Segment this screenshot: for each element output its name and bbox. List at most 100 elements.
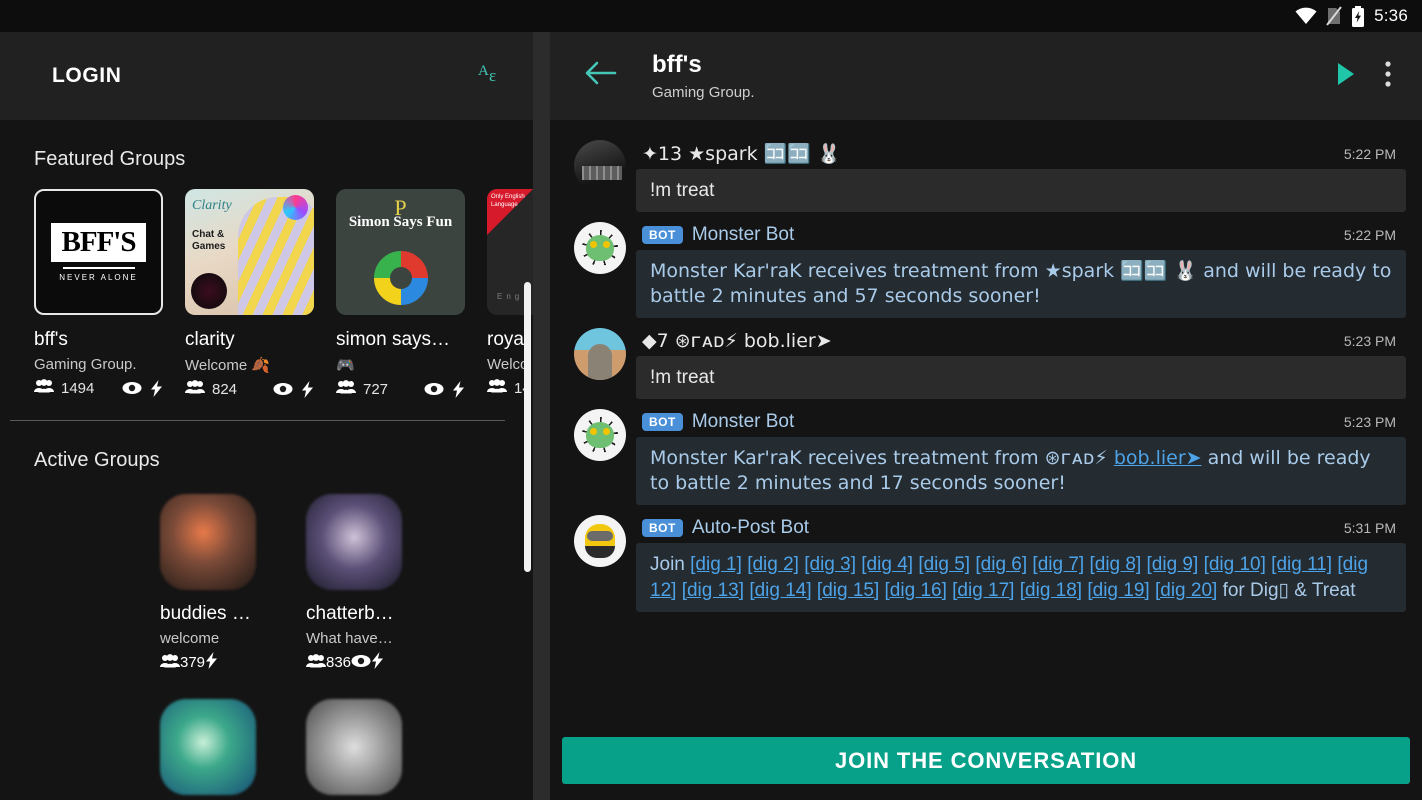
- auto-post-bot-avatar[interactable]: [574, 515, 626, 568]
- left-panel-scrollbar[interactable]: [524, 282, 531, 572]
- members-icon: [336, 380, 356, 398]
- message-author: ✦13 ★spark 🈁🈁 🐰: [642, 143, 841, 165]
- group-thumbnail: [160, 699, 256, 795]
- featured-card-simon-says[interactable]: P Simon Says Fun simon says… 🎮 727: [336, 189, 465, 398]
- group-name: buddies …: [160, 603, 251, 624]
- status-bar: 5:36: [0, 0, 1422, 32]
- eye-icon: [273, 382, 293, 396]
- dig-link[interactable]: [dig 4]: [861, 554, 913, 575]
- left-header: LOGIN A ε: [0, 32, 533, 120]
- battery-charging-icon: [1351, 5, 1365, 27]
- active-groups-grid[interactable]: buddies … welcome 379 chatterb… What hav…: [0, 472, 533, 795]
- message-row[interactable]: BOT Monster Bot 5:22 PM Monster Kar'raK …: [558, 218, 1414, 319]
- group-desc: 🎮: [336, 356, 355, 374]
- monster-bot-avatar[interactable]: [574, 409, 626, 462]
- login-title[interactable]: LOGIN: [52, 64, 122, 88]
- overflow-menu-icon[interactable]: [1378, 60, 1400, 92]
- dig-link[interactable]: [dig 3]: [804, 554, 856, 575]
- active-card-partial-2[interactable]: [306, 699, 426, 795]
- back-arrow-icon[interactable]: [574, 60, 628, 92]
- bolt-icon: [371, 652, 384, 673]
- message-bubble: !m treat: [636, 169, 1406, 213]
- members-icon: [306, 653, 326, 672]
- monster-bot-avatar[interactable]: [574, 222, 626, 275]
- group-desc: welcome: [160, 630, 220, 647]
- eye-icon: [351, 654, 371, 672]
- dig-link[interactable]: [dig 15]: [817, 580, 879, 601]
- featured-card-clarity[interactable]: Clarity Chat & Games clarity Welcome 🍂 824: [185, 189, 314, 398]
- chat-subtitle: Gaming Group.: [652, 84, 755, 101]
- featured-groups-title: Featured Groups: [34, 148, 186, 170]
- message-author: Monster Bot: [691, 224, 795, 246]
- bolt-icon: [301, 380, 314, 398]
- bridge-photo-avatar[interactable]: [574, 140, 626, 192]
- group-stats: 1494: [34, 379, 163, 397]
- join-conversation-button[interactable]: JOIN THE CONVERSATION: [562, 737, 1410, 784]
- dig-link[interactable]: [dig 7]: [1032, 554, 1084, 575]
- join-conversation-bar: JOIN THE CONVERSATION: [550, 725, 1422, 800]
- group-stats: 727: [336, 380, 465, 398]
- message-author: Auto-Post Bot: [691, 517, 810, 539]
- dig-link[interactable]: [dig 18]: [1020, 580, 1082, 601]
- dig-link[interactable]: [dig 19]: [1087, 580, 1149, 601]
- clarity-chat-games-photo: Clarity Chat & Games: [185, 189, 314, 315]
- bffs-never-alone-logo: BFF'S NEVER ALONE: [34, 189, 163, 315]
- message-author: ◆7 ⊛ᴦᴀᴅ⚡ bob.lier➤: [642, 330, 832, 353]
- active-card-partial-1[interactable]: [160, 699, 280, 795]
- dig-link[interactable]: [dig 13]: [682, 580, 744, 601]
- dig-link[interactable]: [dig 8]: [1089, 554, 1141, 575]
- dig-link[interactable]: [dig 16]: [885, 580, 947, 601]
- group-thumbnail: [306, 699, 402, 795]
- person-hoodie-avatar[interactable]: [574, 328, 626, 381]
- dig-link[interactable]: [dig 5]: [918, 554, 970, 575]
- members-icon: [185, 380, 205, 398]
- dig-link[interactable]: [dig 11]: [1271, 554, 1332, 575]
- bot-badge: BOT: [642, 519, 683, 538]
- featured-groups-row[interactable]: BFF'S NEVER ALONE bff's Gaming Group. 149…: [0, 171, 533, 398]
- dig-link[interactable]: [dig 2]: [747, 554, 799, 575]
- message-list[interactable]: ✦13 ★spark 🈁🈁 🐰 5:22 PM !m treat BOT Mon…: [550, 120, 1422, 720]
- group-desc: Gaming Group.: [34, 356, 137, 373]
- group-name: chatterb…: [306, 603, 394, 624]
- group-stats: 836: [306, 652, 426, 673]
- message-row[interactable]: ◆7 ⊛ᴦᴀᴅ⚡ bob.lier➤ 5:23 PM !m treat: [558, 324, 1414, 400]
- eye-icon: [424, 382, 444, 396]
- status-time: 5:36: [1374, 6, 1408, 25]
- eye-icon: [122, 381, 142, 395]
- dig-link[interactable]: [dig 20]: [1155, 580, 1217, 601]
- members-icon: [487, 379, 507, 397]
- dig-link[interactable]: [dig 6]: [975, 554, 1027, 575]
- message-bubble: Monster Kar'raK receives treatment from …: [636, 250, 1406, 319]
- members-count: 824: [212, 380, 238, 398]
- dig-link[interactable]: [dig 1]: [690, 554, 742, 575]
- message-bubble[interactable]: Join [dig 1] [dig 2] [dig 3] [dig 4] [di…: [636, 543, 1406, 612]
- message-time: 5:23 PM: [1343, 414, 1396, 431]
- groups-panel: LOGIN A ε Featured Groups BFF'S NEVER ALO…: [0, 32, 533, 800]
- dig-link[interactable]: [dig 14]: [749, 580, 811, 601]
- message-bubble: !m treat: [636, 356, 1406, 400]
- featured-card-bffs[interactable]: BFF'S NEVER ALONE bff's Gaming Group. 149…: [34, 189, 163, 398]
- dig-link[interactable]: [dig 17]: [952, 580, 1014, 601]
- message-row[interactable]: BOT Monster Bot 5:23 PM Monster Kar'raK …: [558, 405, 1414, 506]
- group-stats: 824: [185, 380, 314, 398]
- message-time: 5:23 PM: [1343, 333, 1396, 350]
- simon-says-fun-logo: P Simon Says Fun: [336, 189, 465, 315]
- dig-link[interactable]: [dig 9]: [1147, 554, 1199, 575]
- dig-link[interactable]: [dig 10]: [1204, 554, 1266, 575]
- bolt-icon: [452, 380, 465, 398]
- message-bubble: Monster Kar'raK receives treatment from …: [636, 437, 1406, 506]
- buddies-photo: [160, 494, 256, 590]
- play-icon[interactable]: [1314, 62, 1378, 90]
- active-card-chatterbox[interactable]: chatterb… What have… 836: [306, 494, 426, 673]
- active-card-buddies[interactable]: buddies … welcome 379: [160, 494, 280, 673]
- message-row[interactable]: BOT Auto-Post Bot 5:31 PM Join [dig 1] […: [558, 511, 1414, 612]
- message-row[interactable]: ✦13 ★spark 🈁🈁 🐰 5:22 PM !m treat: [558, 136, 1414, 213]
- app-screen: 5:36 LOGIN A ε Featured Groups BFF'S NEVE: [0, 0, 1422, 800]
- members-count: 379: [180, 654, 206, 671]
- username-link[interactable]: bob.lier➤: [1114, 447, 1202, 469]
- bot-badge: BOT: [642, 413, 683, 432]
- svg-text:ε: ε: [489, 66, 496, 85]
- message-author: Monster Bot: [691, 411, 795, 433]
- translate-icon[interactable]: A ε: [477, 59, 507, 94]
- group-name: simon says…: [336, 329, 451, 350]
